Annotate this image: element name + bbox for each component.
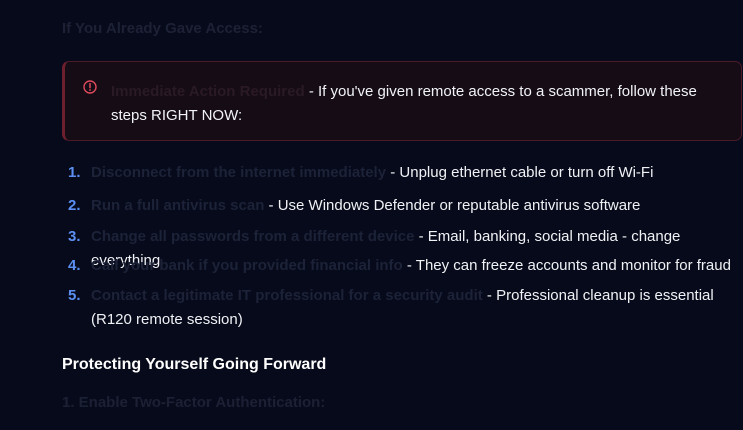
step-title: Change all passwords from a different de…: [91, 228, 415, 245]
step-description: - Use Windows Defender or reputable anti…: [264, 197, 641, 214]
step-text: Contact a legitimate IT professional for…: [91, 284, 731, 332]
step-text: Disconnect from the internet immediately…: [91, 161, 731, 185]
section-heading-protecting: Protecting Yourself Going Forward: [62, 356, 327, 373]
step-text: Call your bank if you provided financial…: [91, 254, 731, 278]
subsection-heading-2fa: 1. Enable Two-Factor Authentication:: [62, 394, 326, 411]
step-number: 4.: [68, 257, 81, 274]
step-number: 2.: [68, 197, 81, 214]
section-heading-already-gave-access: If You Already Gave Access:: [62, 20, 263, 37]
step-title: Call your bank if you provided financial…: [91, 257, 403, 274]
step-title: Contact a legitimate IT professional for…: [91, 287, 483, 304]
alert-text: Immediate Action Required - If you've gi…: [111, 80, 711, 128]
alert-title: Immediate Action Required: [111, 83, 305, 100]
step-number: 5.: [68, 287, 81, 304]
immediate-action-alert: Immediate Action Required - If you've gi…: [62, 61, 742, 141]
step-title: Run a full antivirus scan: [91, 197, 265, 214]
step-number: 1.: [68, 164, 81, 181]
step-description: - They can freeze accounts and monitor f…: [402, 257, 731, 274]
step-description: - Unplug ethernet cable or turn off Wi-F…: [386, 164, 654, 181]
step-text: Run a full antivirus scan - Use Windows …: [91, 194, 731, 218]
alert-circle-icon: [83, 80, 97, 94]
step-title: Disconnect from the internet immediately: [91, 164, 387, 181]
step-number: 3.: [68, 228, 81, 245]
